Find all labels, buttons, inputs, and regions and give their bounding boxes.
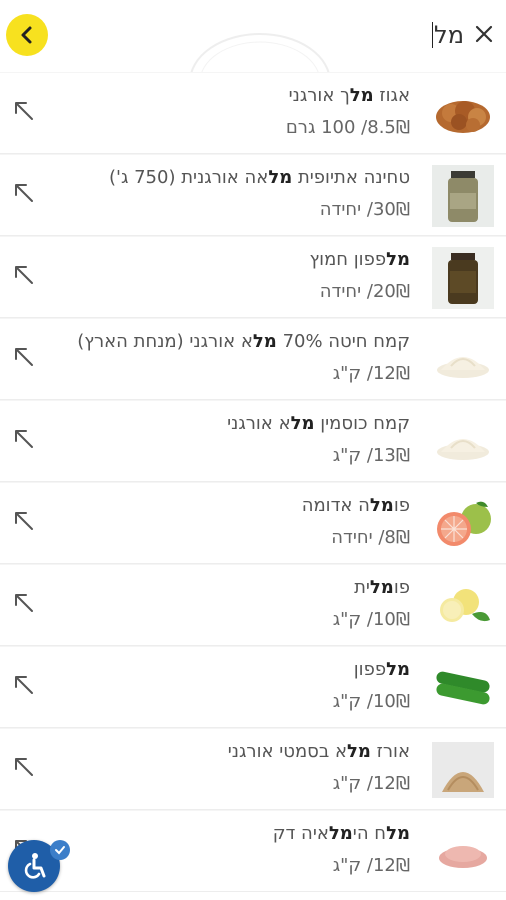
arrow-up-left-icon[interactable] <box>8 95 38 125</box>
name-text: פפון <box>353 659 387 680</box>
result-row[interactable]: אורז מלא בסמטי אורגני 12₪/ ק"ג <box>0 728 506 810</box>
product-price: 12₪/ ק"ג <box>332 363 410 384</box>
search-header: מל <box>0 0 506 102</box>
product-image <box>432 821 494 883</box>
name-text: ך אורגני <box>288 85 350 106</box>
name-text: ית <box>354 577 370 598</box>
product-image <box>432 739 494 801</box>
product-name: אורז מלא בסמטי אורגני <box>228 739 410 765</box>
name-match-highlight: מל <box>369 495 394 516</box>
product-name: מלח הימלאיה דק <box>273 821 410 847</box>
name-text: אה אורגנית (750 ג') <box>108 167 269 188</box>
product-name: פומלה אדומה <box>302 493 410 519</box>
back-button[interactable] <box>6 14 48 56</box>
result-row[interactable]: אגוז מלך אורגני 8.5₪/ 100 גרם <box>0 72 506 154</box>
product-image <box>432 575 494 637</box>
product-price: 13₪/ ק"ג <box>332 445 410 466</box>
name-match-highlight: מל <box>252 331 277 352</box>
product-price: 20₪/ יחידה <box>319 281 410 302</box>
product-image <box>432 657 494 719</box>
close-search-button[interactable] <box>470 18 498 50</box>
name-match-highlight: מל <box>386 823 410 844</box>
result-row[interactable]: קמח כוסמין מלא אורגני 13₪/ ק"ג <box>0 400 506 482</box>
name-text: ה אדומה <box>301 495 370 516</box>
name-text: קמח חיטה 70% <box>276 331 410 352</box>
name-text: אגוז <box>373 85 410 106</box>
name-text: פו <box>393 495 410 516</box>
name-text: טחינה אתיופית <box>292 167 410 188</box>
result-row[interactable]: פומלה אדומה 8₪/ יחידה <box>0 482 506 564</box>
text-caret <box>431 22 434 48</box>
arrow-up-left-icon[interactable] <box>8 505 38 535</box>
product-image <box>432 493 494 555</box>
result-row[interactable]: פומלית 10₪/ ק"ג <box>0 564 506 646</box>
result-row[interactable]: מלפפון 10₪/ ק"ג <box>0 646 506 728</box>
arrow-up-left-icon[interactable] <box>8 751 38 781</box>
product-name: מלפפון <box>354 657 410 683</box>
arrow-up-left-icon[interactable] <box>8 259 38 289</box>
product-name: אגוז מלך אורגני <box>289 83 410 109</box>
name-match-highlight: מל <box>328 823 353 844</box>
name-text: אורז <box>370 741 410 762</box>
name-match-highlight: מל <box>268 167 293 188</box>
product-image <box>432 83 494 145</box>
product-price: 10₪/ ק"ג <box>332 609 410 630</box>
result-row[interactable]: טחינה אתיופית מלאה אורגנית (750 ג') 30₪/ … <box>0 154 506 236</box>
product-price: 30₪/ יחידה <box>319 199 410 220</box>
result-row[interactable]: מלפפון חמוץ 20₪/ יחידה <box>0 236 506 318</box>
product-image <box>432 165 494 227</box>
name-match-highlight: מל <box>386 249 410 270</box>
product-image <box>432 247 494 309</box>
product-price: 12₪/ ק"ג <box>332 855 410 876</box>
arrow-up-left-icon[interactable] <box>8 423 38 453</box>
arrow-up-left-icon[interactable] <box>8 177 38 207</box>
result-row[interactable]: מלח הימלאיה דק 12₪/ ק"ג <box>0 810 506 892</box>
product-image <box>432 329 494 391</box>
name-text: א אורגני (מנחת הארץ) <box>77 331 253 352</box>
name-text: פפון חמוץ <box>309 249 387 270</box>
check-badge-icon <box>50 840 70 860</box>
product-image <box>432 411 494 473</box>
name-match-highlight: מל <box>347 741 371 762</box>
arrow-up-left-icon[interactable] <box>8 587 38 617</box>
name-match-highlight: מל <box>349 85 374 106</box>
product-name: טחינה אתיופית מלאה אורגנית (750 ג') <box>109 165 410 191</box>
product-name: קמח חיטה 70% מלא אורגני (מנחת הארץ) <box>77 329 410 355</box>
search-input[interactable]: מל <box>431 20 464 50</box>
name-text: ח הי <box>352 823 387 844</box>
name-text: קמח כוסמין <box>314 413 410 434</box>
product-price: 12₪/ ק"ג <box>332 773 410 794</box>
wheelchair-icon <box>24 853 46 879</box>
name-match-highlight: מל <box>290 413 315 434</box>
name-text: איה דק <box>272 823 329 844</box>
name-text: א אורגני <box>227 413 291 434</box>
search-query-text: מל <box>434 21 464 49</box>
product-name: קמח כוסמין מלא אורגני <box>227 411 410 437</box>
product-name: פומלית <box>354 575 410 601</box>
name-text: פו <box>393 577 410 598</box>
search-results-list: אגוז מלך אורגני 8.5₪/ 100 גרם טחינה אתיופי… <box>0 72 506 892</box>
name-match-highlight: מל <box>386 659 410 680</box>
result-row[interactable]: קמח חיטה 70% מלא אורגני (מנחת הארץ) 12₪/ … <box>0 318 506 400</box>
name-text: א בסמטי אורגני <box>227 741 348 762</box>
product-price: 10₪/ ק"ג <box>332 691 410 712</box>
close-icon <box>475 25 493 43</box>
product-price: 8₪/ יחידה <box>331 527 410 548</box>
arrow-up-left-icon[interactable] <box>8 341 38 371</box>
name-match-highlight: מל <box>369 577 394 598</box>
chevron-left-icon <box>21 26 32 44</box>
product-price: 8.5₪/ 100 גרם <box>285 117 410 138</box>
arrow-up-left-icon[interactable] <box>8 669 38 699</box>
product-name: מלפפון חמוץ <box>309 247 410 273</box>
